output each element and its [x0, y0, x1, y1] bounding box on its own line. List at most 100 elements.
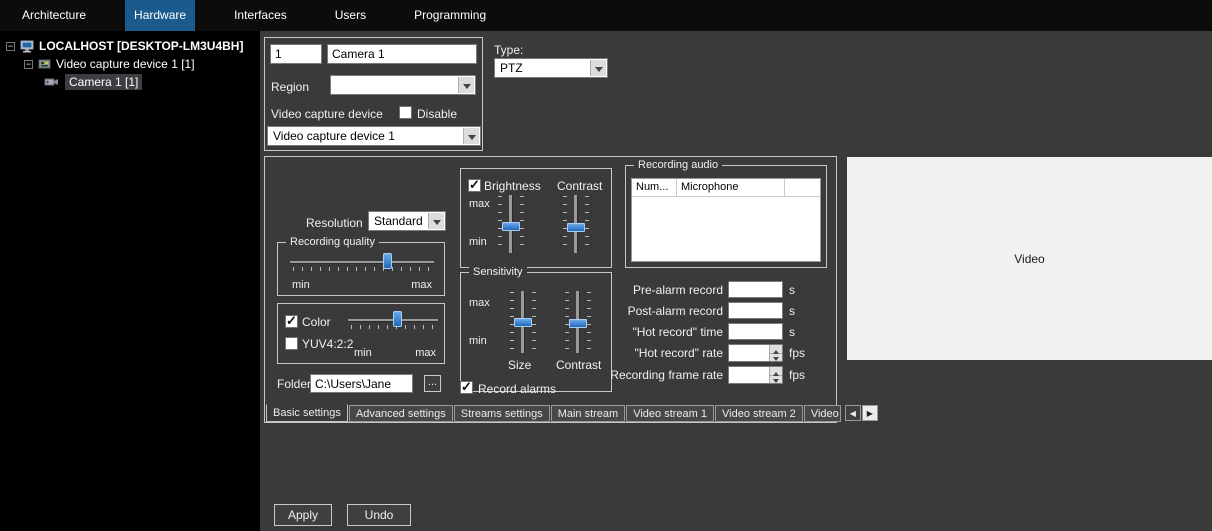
- brightness-slider[interactable]: [497, 193, 525, 255]
- pre-alarm-record-label: Pre-alarm record: [563, 283, 723, 297]
- tree-item-video-capture-device[interactable]: − Video capture device 1 [1]: [0, 55, 260, 73]
- nav-tab-programming[interactable]: Programming: [405, 0, 495, 31]
- min-label: min: [292, 279, 310, 291]
- hot-record-time-unit: s: [789, 325, 795, 339]
- slider-ticks: [520, 196, 524, 252]
- capture-device-select[interactable]: Video capture device 1: [267, 126, 481, 146]
- max-label: max: [411, 279, 432, 291]
- browse-button[interactable]: ...: [424, 375, 441, 392]
- contrast-label: Contrast: [557, 179, 602, 193]
- tab-scroll-left-icon[interactable]: ◀: [845, 405, 861, 421]
- pre-alarm-record-field[interactable]: [728, 281, 783, 298]
- undo-button[interactable]: Undo: [347, 504, 411, 526]
- tab-video-stream-2[interactable]: Video stream 2: [715, 405, 803, 422]
- hot-record-time-field[interactable]: [728, 323, 783, 340]
- recording-frame-rate-unit: fps: [789, 368, 805, 382]
- tab-basic-settings[interactable]: Basic settings: [266, 404, 348, 422]
- camera-name-field[interactable]: [327, 44, 477, 64]
- resolution-value: Standard: [374, 214, 425, 228]
- region-select[interactable]: [330, 75, 476, 95]
- type-select[interactable]: PTZ: [494, 58, 608, 78]
- audio-source-table[interactable]: Num... Microphone: [631, 178, 821, 262]
- tab-scroll-right-icon[interactable]: ▶: [862, 405, 878, 421]
- collapse-icon[interactable]: −: [6, 42, 15, 51]
- video-preview-label: Video: [1014, 252, 1044, 266]
- capture-device-icon: [38, 58, 51, 70]
- resolution-select[interactable]: Standard: [368, 211, 446, 231]
- spin-down-icon[interactable]: [769, 354, 782, 362]
- max-label: max: [469, 297, 490, 309]
- tab-streams-settings[interactable]: Streams settings: [454, 405, 550, 422]
- min-label: min: [469, 335, 487, 347]
- spin-up-icon[interactable]: [769, 345, 782, 354]
- spin-down-icon[interactable]: [769, 376, 782, 384]
- camera-number-field[interactable]: [270, 44, 322, 64]
- yuv-label: YUV4:2:2: [302, 337, 353, 351]
- nav-tab-hardware[interactable]: Hardware: [125, 0, 195, 31]
- capture-device-value: Video capture device 1: [273, 129, 460, 143]
- color-label: Color: [302, 315, 331, 329]
- record-alarms-label: Record alarms: [478, 382, 556, 396]
- nav-tab-interfaces[interactable]: Interfaces: [225, 0, 296, 31]
- slider-thumb[interactable]: [567, 223, 585, 232]
- slider-ticks: [532, 292, 536, 352]
- device-tree: − LOCALHOST [DESKTOP-LM3U4BH] − Video ca…: [0, 31, 260, 531]
- recording-audio-title: Recording audio: [634, 158, 722, 172]
- min-label: min: [469, 236, 487, 248]
- slider-ticks: [587, 292, 591, 352]
- resolution-label: Resolution: [306, 216, 362, 230]
- video-preview-panel[interactable]: Video: [847, 157, 1212, 360]
- spin-up-icon[interactable]: [769, 367, 782, 376]
- tree-item-localhost[interactable]: − LOCALHOST [DESKTOP-LM3U4BH]: [0, 37, 260, 55]
- record-alarms-checkbox[interactable]: [460, 381, 473, 394]
- post-alarm-record-field[interactable]: [728, 302, 783, 319]
- slider-ticks: [293, 267, 431, 271]
- tab-advanced-settings[interactable]: Advanced settings: [349, 405, 453, 422]
- slider-thumb[interactable]: [514, 318, 532, 327]
- tree-item-camera[interactable]: Camera 1 [1]: [0, 73, 260, 91]
- recording-quality-slider[interactable]: [290, 253, 434, 273]
- column-header-num[interactable]: Num...: [632, 179, 677, 196]
- color-group: Color YUV4:2:2 min max: [277, 303, 445, 364]
- yuv-checkbox[interactable]: [285, 337, 298, 350]
- column-header-microphone[interactable]: Microphone: [677, 179, 785, 196]
- post-alarm-record-unit: s: [789, 304, 795, 318]
- sensitivity-size-slider[interactable]: [509, 289, 537, 355]
- folder-field[interactable]: [310, 374, 413, 393]
- size-label: Size: [508, 358, 531, 372]
- slider-thumb[interactable]: [393, 311, 402, 327]
- slider-thumb[interactable]: [383, 253, 392, 269]
- table-header: Num... Microphone: [632, 179, 820, 197]
- max-label: max: [415, 347, 436, 359]
- brightness-checkbox[interactable]: [468, 179, 481, 192]
- stepper-buttons: [769, 345, 782, 361]
- folder-label: Folder: [277, 377, 311, 391]
- tab-video-stream-1[interactable]: Video stream 1: [626, 405, 714, 422]
- nav-tab-users[interactable]: Users: [326, 0, 375, 31]
- slider-ticks: [585, 196, 589, 252]
- disable-label: Disable: [417, 107, 457, 121]
- contrast-slider[interactable]: [562, 193, 590, 255]
- min-label: min: [354, 347, 372, 359]
- apply-button[interactable]: Apply: [274, 504, 332, 526]
- color-slider[interactable]: [348, 311, 438, 331]
- brightness-label: Brightness: [484, 179, 541, 193]
- hot-record-rate-stepper[interactable]: [728, 344, 783, 362]
- tab-video-stream-3[interactable]: Video: [804, 405, 841, 422]
- max-label: max: [469, 198, 490, 210]
- tab-main-stream[interactable]: Main stream: [551, 405, 626, 422]
- hot-record-rate-label: "Hot record" rate: [563, 346, 723, 360]
- chevron-down-icon[interactable]: [428, 213, 444, 229]
- color-checkbox[interactable]: [285, 315, 298, 328]
- chevron-down-icon[interactable]: [458, 77, 474, 93]
- slider-thumb[interactable]: [502, 222, 520, 231]
- recording-frame-rate-stepper[interactable]: [728, 366, 783, 384]
- post-alarm-record-label: Post-alarm record: [563, 304, 723, 318]
- disable-checkbox[interactable]: [399, 106, 412, 119]
- camera-icon: [44, 77, 60, 87]
- chevron-down-icon[interactable]: [590, 60, 606, 76]
- nav-tab-architecture[interactable]: Architecture: [13, 0, 95, 31]
- tree-item-label: LOCALHOST [DESKTOP-LM3U4BH]: [39, 39, 243, 53]
- chevron-down-icon[interactable]: [463, 128, 479, 144]
- collapse-icon[interactable]: −: [24, 60, 33, 69]
